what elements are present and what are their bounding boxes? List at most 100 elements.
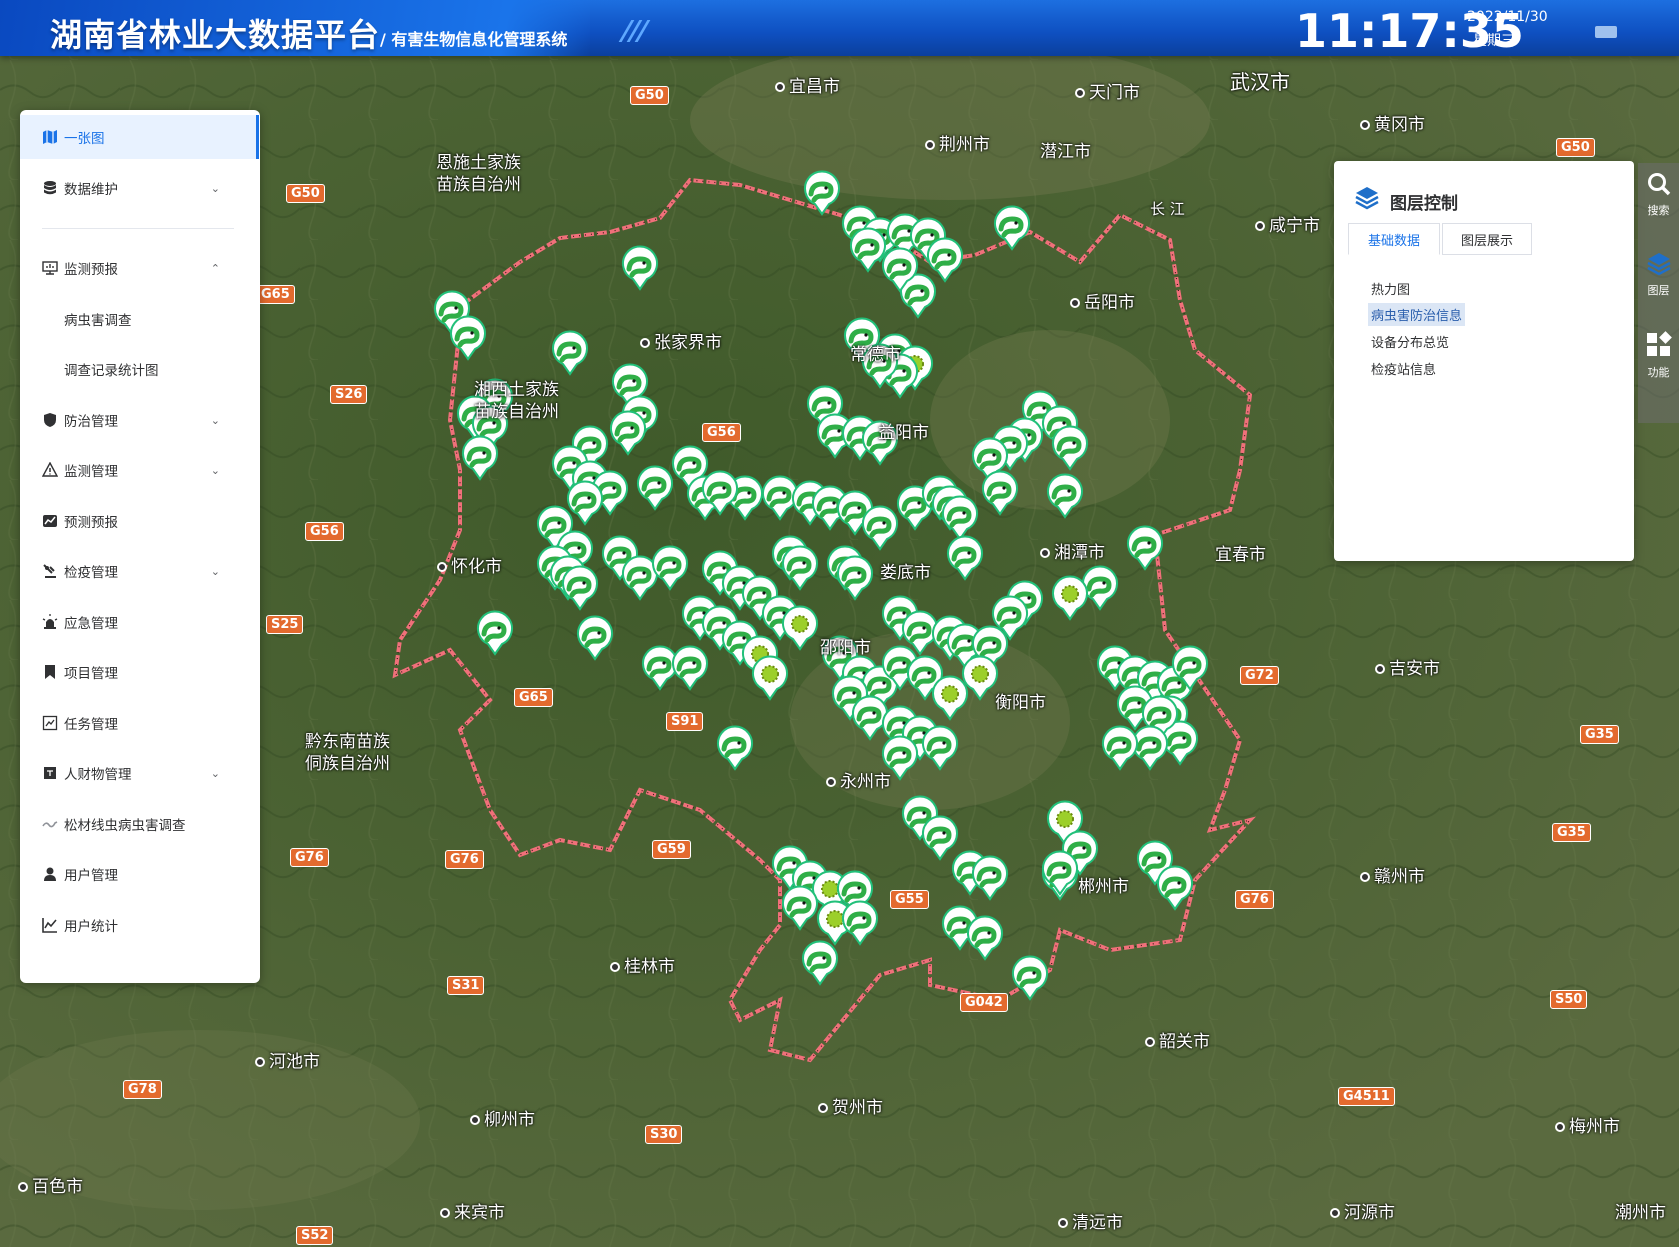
sidebar-item-label: 检疫管理 — [64, 565, 118, 581]
road-shield: G56 — [702, 423, 741, 442]
layer-option-quarantine-stations[interactable]: 检疫站信息 — [1368, 357, 1439, 380]
sidebar-subitem-pest-survey[interactable]: 病虫害调查 — [20, 297, 256, 341]
tool-search[interactable]: 搜索 — [1638, 171, 1679, 218]
warning-icon — [42, 462, 58, 478]
sidebar-item-label: 人财物管理 — [64, 767, 132, 783]
road-shield: G56 — [305, 522, 344, 541]
city-label: 清远市 — [1058, 1208, 1123, 1233]
tab-base-data[interactable]: 基础数据 — [1348, 223, 1440, 255]
tab-layer-display[interactable]: 图层展示 — [1442, 223, 1532, 255]
apps-icon — [1645, 331, 1673, 362]
chart-icon — [42, 513, 58, 529]
city-label: 常德市 — [850, 345, 901, 365]
road-shield: S52 — [296, 1226, 334, 1245]
layer-option-pest-control[interactable]: 病虫害防治信息 — [1368, 303, 1466, 326]
sidebar-item-pine-nematode-survey[interactable]: 松材线虫病虫害调查 — [20, 802, 256, 846]
road-shield: S91 — [666, 712, 704, 731]
sidebar-item-user-stats[interactable]: 用户统计 — [20, 903, 256, 947]
city-label: 张家界市 — [640, 328, 722, 353]
sidebar-item-label: 松材线虫病虫害调查 — [64, 818, 186, 834]
top-header: 湖南省林业大数据平台 / 有害生物信息化管理系统 11:17:35 2022/1… — [0, 0, 1679, 58]
city-label: 益阳市 — [878, 423, 929, 443]
tool-layers[interactable]: 图层 — [1638, 251, 1679, 298]
sidebar-item-label: 预测预报 — [64, 515, 118, 531]
tool-functions[interactable]: 功能 — [1638, 331, 1679, 380]
city-label: 韶关市 — [1145, 1027, 1210, 1052]
city-label: 百色市 — [18, 1172, 83, 1197]
sidebar-item-one-map[interactable]: 一张图 — [20, 115, 259, 159]
city-label: 河源市 — [1330, 1198, 1395, 1223]
city-label: 永州市 — [826, 767, 891, 792]
road-shield: G72 — [1240, 666, 1279, 685]
city-label: 武汉市 — [1230, 70, 1290, 94]
sidebar-item-label: 病虫害调查 — [64, 313, 132, 329]
tool-label: 搜索 — [1647, 204, 1670, 217]
city-label: 侗族自治州 — [305, 754, 390, 774]
sidebar-item-label: 应急管理 — [64, 616, 118, 632]
stats-icon — [42, 917, 58, 933]
road-shield: G35 — [1552, 823, 1591, 842]
sidebar-item-emergency[interactable]: 应急管理 — [20, 600, 256, 644]
city-label: 河池市 — [255, 1047, 320, 1072]
city-label: 潜江市 — [1040, 142, 1091, 162]
river-label: 长 江 — [1150, 200, 1185, 218]
map-tool-bar: 搜索 图层 功能 — [1638, 163, 1679, 423]
sidebar-item-monitoring-mgmt[interactable]: 监测管理 ⌄ — [20, 448, 256, 492]
sidebar-item-label: 任务管理 — [64, 717, 118, 733]
monitor-icon — [42, 260, 58, 276]
road-shield: G50 — [630, 86, 669, 105]
road-shield: G35 — [1580, 725, 1619, 744]
sidebar-item-projects[interactable]: 项目管理 — [20, 650, 256, 694]
sidebar-item-label: 监测管理 — [64, 464, 118, 480]
sidebar-item-assets[interactable]: 人财物管理 ⌄ — [20, 751, 256, 795]
clock-weekday: 星期三 — [1473, 33, 1515, 49]
header-toggle-button[interactable] — [1595, 26, 1617, 38]
sidebar-divider — [42, 228, 234, 229]
city-label: 湘潭市 — [1040, 538, 1105, 563]
archive-icon — [42, 765, 58, 781]
layer-panel-title: 图层控制 — [1390, 194, 1458, 214]
city-label: 苗族自治州 — [436, 175, 521, 195]
sidebar-item-data-maintenance[interactable]: 数据维护 ⌄ — [20, 166, 256, 210]
sidebar-item-users[interactable]: 用户管理 — [20, 852, 256, 896]
sidebar-item-monitoring-forecast[interactable]: 监测预报 ⌃ — [20, 246, 256, 290]
user-icon — [42, 866, 58, 882]
sidebar-item-label: 用户管理 — [64, 868, 118, 884]
city-label: 宜昌市 — [775, 72, 840, 97]
sidebar-item-tasks[interactable]: 任务管理 — [20, 701, 256, 745]
sidebar-item-prevention[interactable]: 防治管理 ⌄ — [20, 398, 256, 442]
chevron-up-icon: ⌃ — [210, 261, 220, 275]
tool-label: 图层 — [1647, 284, 1670, 297]
city-label: 咸宁市 — [1255, 211, 1320, 236]
road-shield: G76 — [1235, 890, 1274, 909]
sidebar-item-quarantine[interactable]: 检疫管理 ⌄ — [20, 549, 256, 593]
city-label: 赣州市 — [1360, 862, 1425, 887]
layers-icon — [1646, 253, 1672, 280]
layer-option-device-overview[interactable]: 设备分布总览 — [1368, 330, 1452, 353]
layer-control-panel: 图层控制 基础数据 图层展示 热力图 病虫害防治信息 设备分布总览 检疫站信息 — [1334, 161, 1634, 561]
city-label: 娄底市 — [880, 563, 931, 583]
app-subtitle: / 有害生物信息化管理系统 — [380, 30, 568, 49]
worm-icon — [42, 816, 58, 832]
road-shield: G65 — [514, 688, 553, 707]
city-label: 宜春市 — [1215, 545, 1266, 565]
road-shield: G76 — [290, 848, 329, 867]
sidebar-item-forecast[interactable]: 预测预报 — [20, 499, 256, 543]
alarm-icon — [42, 614, 58, 630]
city-label: 衡阳市 — [995, 693, 1046, 713]
search-icon — [1646, 173, 1672, 200]
layer-option-heatmap[interactable]: 热力图 — [1368, 277, 1413, 300]
road-shield: G4511 — [1338, 1087, 1395, 1106]
city-label: 黄冈市 — [1360, 110, 1425, 135]
tool-label: 功能 — [1647, 366, 1670, 379]
sidebar-item-label: 防治管理 — [64, 414, 118, 430]
city-label: 潮州市 — [1615, 1203, 1666, 1223]
city-label: 梅州市 — [1555, 1112, 1620, 1137]
city-label: 柳州市 — [470, 1105, 535, 1130]
sidebar-subitem-survey-stats-chart[interactable]: 调查记录统计图 — [20, 347, 256, 391]
layers-icon — [1354, 185, 1380, 215]
city-label: 吉安市 — [1375, 654, 1440, 679]
sidebar-item-label: 一张图 — [64, 131, 105, 147]
road-shield: S31 — [447, 976, 485, 995]
road-shield: G55 — [890, 890, 929, 909]
